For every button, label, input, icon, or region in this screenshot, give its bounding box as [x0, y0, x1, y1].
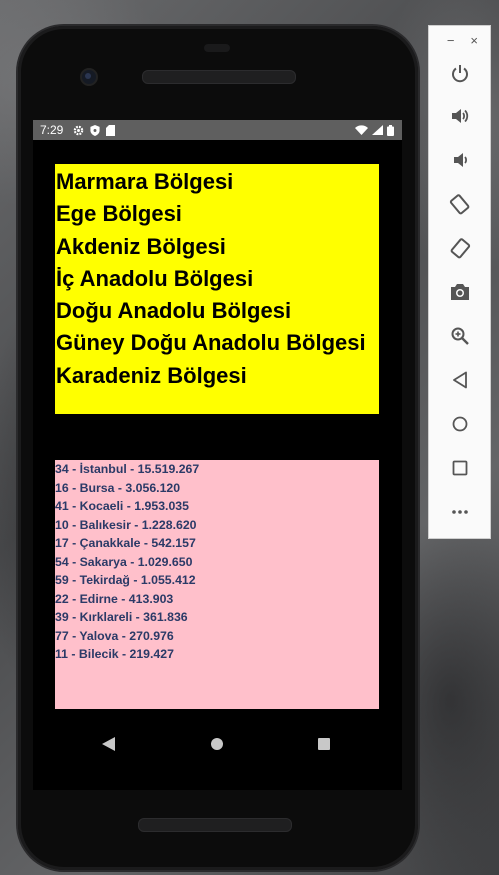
sd-card-icon [106, 124, 116, 136]
earpiece-speaker [142, 70, 296, 84]
overview-button[interactable] [429, 446, 490, 490]
city-item: 41 - Kocaeli - 1.953.035 [55, 499, 189, 513]
shield-icon [90, 124, 100, 136]
navigation-bar [33, 726, 402, 776]
more-icon [451, 510, 468, 514]
emulator-control-panel: − × [428, 25, 491, 539]
minimize-icon[interactable]: − [447, 33, 455, 48]
rotate-left-icon [449, 194, 469, 215]
rotate-right-button[interactable] [429, 226, 490, 270]
city-item: 11 - Bilecik - 219.427 [55, 647, 174, 661]
city-item: 16 - Bursa - 3.056.120 [55, 480, 181, 495]
region-item: İç Anadolu Bölgesi [56, 265, 254, 291]
bottom-speaker [138, 818, 292, 832]
front-camera [80, 68, 98, 86]
volume-up-button[interactable] [429, 94, 490, 138]
gear-icon [74, 125, 84, 135]
signal-icon [372, 125, 383, 135]
status-time: 7:29 [40, 123, 64, 137]
city-item: 77 - Yalova - 270.976 [55, 628, 174, 643]
close-icon[interactable]: × [470, 33, 478, 48]
cities-panel: 34 - İstanbul - 15.519.267 16 - Bursa - … [55, 460, 379, 709]
home-icon[interactable] [211, 738, 223, 750]
zoom-icon [451, 327, 469, 345]
city-item: 22 - Edirne - 413.903 [55, 591, 174, 606]
overview-icon [452, 460, 467, 476]
city-item: 59 - Tekirdağ - 1.055.412 [55, 573, 196, 587]
rotate-left-button[interactable] [429, 182, 490, 226]
device-screen: 7:29 Marmara Bölgesi Ege Bölgesi Akdeniz… [33, 120, 402, 790]
volume-down-icon [453, 153, 467, 167]
regions-list: Marmara Bölgesi Ege Bölgesi Akdeniz Bölg… [55, 164, 379, 392]
home-button[interactable] [429, 402, 490, 446]
region-item: Güney Doğu Anadolu Bölgesi [56, 330, 366, 356]
phone-frame: 7:29 Marmara Bölgesi Ege Bölgesi Akdeniz… [18, 26, 418, 870]
regions-panel: Marmara Bölgesi Ege Bölgesi Akdeniz Bölg… [55, 164, 379, 414]
city-item: 54 - Sakarya - 1.029.650 [55, 554, 193, 569]
back-icon [452, 371, 467, 389]
power-icon [451, 65, 468, 83]
rotate-right-icon [450, 238, 470, 259]
power-button[interactable] [429, 54, 490, 94]
city-item: 10 - Balıkesir - 1.228.620 [55, 517, 197, 532]
screenshot-button[interactable] [429, 270, 490, 314]
home-icon [452, 416, 467, 432]
panel-window-controls: − × [429, 26, 490, 54]
city-item: 17 - Çanakkale - 542.157 [55, 536, 196, 550]
status-bar: 7:29 [33, 120, 402, 140]
more-button[interactable] [429, 490, 490, 534]
battery-icon [387, 124, 394, 136]
zoom-button[interactable] [429, 314, 490, 358]
volume-down-button[interactable] [429, 138, 490, 182]
region-item: Doğu Anadolu Bölgesi [56, 298, 292, 324]
recents-icon[interactable] [318, 738, 330, 750]
wifi-icon [355, 125, 368, 135]
back-button[interactable] [429, 358, 490, 402]
region-item: Marmara Bölgesi [56, 169, 234, 194]
region-item: Akdeniz Bölgesi [56, 233, 226, 259]
cities-list: 34 - İstanbul - 15.519.267 16 - Bursa - … [55, 460, 379, 664]
back-icon[interactable] [102, 737, 115, 751]
camera-icon [450, 284, 469, 300]
city-item: 39 - Kırklareli - 361.836 [55, 610, 188, 624]
volume-up-icon [451, 109, 468, 123]
region-item: Ege Bölgesi [56, 201, 182, 227]
region-item: Karadeniz Bölgesi [56, 362, 247, 388]
top-sensor [204, 44, 230, 52]
city-item: 34 - İstanbul - 15.519.267 [55, 462, 200, 476]
